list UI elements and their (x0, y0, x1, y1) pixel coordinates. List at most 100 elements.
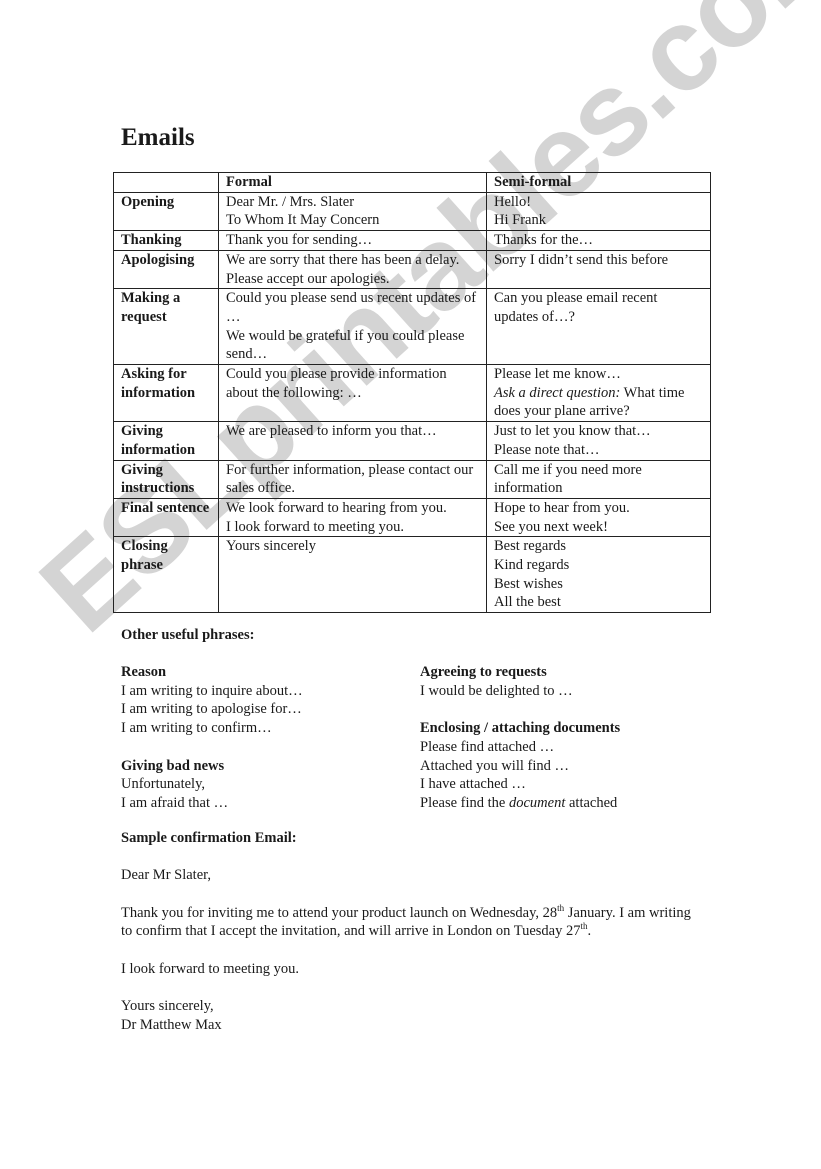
reason-section: Reason I am writing to inquire about… I … (121, 663, 303, 813)
table-header-row: Formal Semi-formal (113, 172, 711, 193)
row-label: Giving instructions (113, 459, 219, 499)
phrase-item: I would be delighted to … (420, 682, 573, 699)
useful-phrases-heading: Other useful phrases: (121, 627, 255, 643)
formal-phrase: Could you please provide information abo… (226, 366, 447, 401)
formal-phrase: For further information, please contact … (226, 461, 474, 497)
formal-cell: Yours sincerely (218, 536, 487, 614)
semi-formal-cell: Hope to hear from you. See you next week… (486, 497, 711, 538)
table-row: Asking for information Could you please … (113, 364, 711, 423)
row-label: Giving information (113, 421, 219, 461)
phrase-item: Please find attached … (420, 738, 555, 755)
email-closing-line: I look forward to meeting you. (121, 960, 299, 977)
semi-formal-phrase: Please note that… (494, 441, 600, 458)
semi-formal-phrase: Best regards (494, 538, 567, 555)
semi-formal-phrase: Best wishes (494, 575, 563, 592)
table-row: Opening Dear Mr. / Mrs. Slater To Whom I… (113, 191, 711, 232)
semi-formal-phrase: Thanks for the… (494, 232, 594, 249)
phrase-item: I am writing to apologise for… (121, 701, 302, 718)
section-heading: Enclosing / attaching documents (420, 720, 621, 737)
table-row: Giving instructions For further informat… (113, 459, 711, 499)
body-text: . (587, 923, 592, 940)
table-row: Apologising We are sorry that there has … (113, 249, 711, 290)
row-label: Making a request (113, 288, 219, 366)
phrase-suffix: attached (565, 794, 618, 811)
header-formal: Formal (218, 172, 487, 193)
semi-formal-phrase: Kind regards (494, 557, 570, 574)
agreeing-section: Agreeing to requests I would be delighte… (420, 663, 620, 813)
formal-cell: Could you please provide information abo… (218, 364, 487, 423)
table-row: Giving information We are pleased to inf… (113, 421, 711, 461)
semi-formal-cell: Just to let you know that… Please note t… (486, 421, 711, 461)
sample-heading: Sample confirmation Email: (121, 830, 297, 846)
formal-phrase: We are pleased to inform you that… (226, 423, 437, 440)
row-label: Closing phrase (113, 536, 219, 614)
formal-cell: We look forward to hearing from you. I l… (218, 497, 487, 538)
semi-formal-cell: Sorry I didn’t send this before (486, 249, 711, 290)
phrase-prefix: Please find the (420, 794, 509, 811)
formal-phrase: We are sorry that there has been a delay… (226, 251, 460, 287)
formal-phrase: We look forward to hearing from you. (226, 499, 447, 516)
semi-formal-phrase: See you next week! (494, 518, 608, 535)
email-body: Thank you for inviting me to attend your… (121, 903, 701, 941)
phrase-item: I am afraid that … (121, 794, 229, 811)
semi-formal-phrase: Can you please email recent updates of…? (494, 290, 658, 325)
semi-formal-phrase: All the best (494, 594, 561, 611)
phrase-item: I am writing to inquire about… (121, 682, 303, 699)
table-row: Final sentence We look forward to hearin… (113, 497, 711, 538)
table-row: Thanking Thank you for sending… Thanks f… (113, 230, 711, 251)
section-heading: Reason (121, 664, 167, 680)
semi-formal-cell: Please let me know… Ask a direct questio… (486, 364, 711, 423)
email-greeting: Dear Mr Slater, (121, 867, 212, 884)
row-label: Final sentence (113, 497, 219, 538)
page-title: Emails (121, 124, 195, 151)
section-heading: Giving bad news (121, 757, 225, 774)
semi-formal-phrase: Hello! (494, 193, 532, 210)
phrase-item: Attached you will find … (420, 757, 570, 774)
row-label: Opening (113, 191, 219, 232)
header-empty (113, 172, 219, 193)
row-label: Apologising (113, 249, 219, 290)
formal-phrase: Yours sincerely (226, 538, 316, 555)
formal-cell: We are sorry that there has been a delay… (218, 249, 487, 290)
row-label: Asking for information (113, 364, 219, 423)
email-signoff: Yours sincerely, (121, 998, 214, 1015)
phrase-item: Unfortunately, (121, 776, 206, 793)
semi-formal-phrase: Call me if you need more information (494, 461, 642, 497)
italic-instruction: Ask a direct question: (494, 384, 621, 401)
phrases-table: Formal Semi-formal Opening Dear Mr. / Mr… (113, 172, 711, 614)
formal-phrase: Dear Mr. / Mrs. Slater (226, 193, 355, 210)
semi-formal-phrase: Just to let you know that… (494, 423, 651, 440)
formal-phrase: Could you please send us recent updates … (226, 290, 477, 325)
semi-formal-cell: Best regards Kind regards Best wishes Al… (486, 536, 711, 614)
semi-formal-phrase: Ask a direct question: What time does yo… (494, 384, 703, 421)
email-signature: Dr Matthew Max (121, 1016, 222, 1033)
formal-cell: Could you please send us recent updates … (218, 288, 487, 366)
semi-formal-cell: Call me if you need more information (486, 459, 711, 499)
semi-formal-phrase: Please let me know… (494, 366, 621, 383)
header-semi-formal: Semi-formal (486, 172, 711, 193)
semi-formal-phrase: Hi Frank (494, 212, 546, 229)
body-text: Thank you for inviting me to attend your… (121, 904, 558, 921)
phrase-item: Please find the document attached (420, 794, 620, 813)
formal-cell: For further information, please contact … (218, 459, 487, 499)
section-heading: Agreeing to requests (420, 664, 547, 680)
formal-phrase: Thank you for sending… (226, 232, 373, 249)
phrase-item: I have attached … (420, 776, 526, 793)
formal-phrase: I look forward to meeting you. (226, 518, 404, 535)
ordinal-suffix: th (580, 921, 588, 932)
formal-cell: Dear Mr. / Mrs. Slater To Whom It May Co… (218, 191, 487, 232)
formal-phrase: To Whom It May Concern (226, 212, 380, 229)
table-row: Closing phrase Yours sincerely Best rega… (113, 536, 711, 614)
phrase-italic: document (509, 794, 566, 811)
semi-formal-cell: Can you please email recent updates of…? (486, 288, 711, 366)
semi-formal-cell: Hello! Hi Frank (486, 191, 711, 232)
formal-cell: Thank you for sending… (218, 230, 487, 251)
formal-cell: We are pleased to inform you that… (218, 421, 487, 461)
semi-formal-cell: Thanks for the… (486, 230, 711, 251)
row-label: Thanking (113, 230, 219, 251)
